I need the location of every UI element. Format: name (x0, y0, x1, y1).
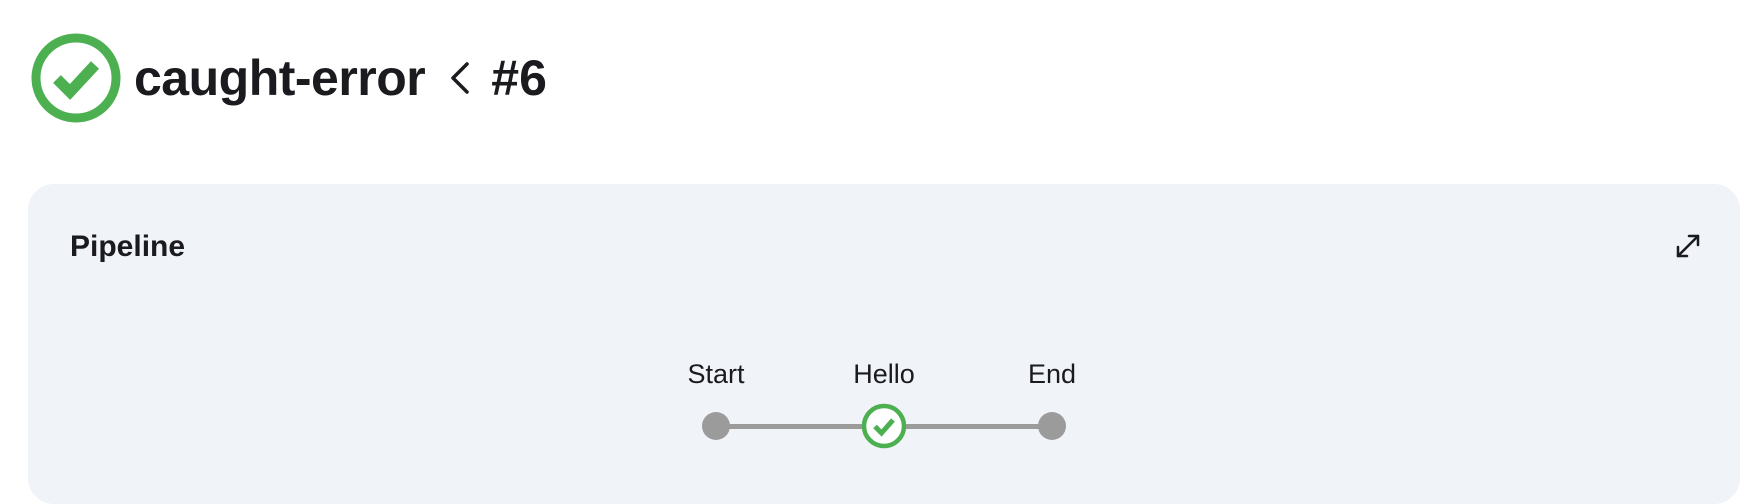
end-node[interactable] (1038, 412, 1066, 440)
stage-success-icon (861, 403, 907, 449)
stage-label-hello: Hello (853, 359, 915, 389)
stage-label-start: Start (687, 359, 745, 389)
pipeline-graph: Start Hello End (28, 184, 1740, 504)
start-node[interactable] (702, 412, 730, 440)
stage-label-end: End (1027, 359, 1077, 389)
success-status-icon (30, 32, 122, 124)
chevron-left-icon (425, 58, 473, 98)
build-header: caught-error #6 (30, 32, 547, 124)
build-number: #6 (491, 50, 547, 106)
connector-hello-end (884, 424, 1056, 429)
job-name-link[interactable]: caught-error (134, 53, 426, 103)
hello-stage-node[interactable] (861, 403, 907, 449)
pipeline-panel: Pipeline Start Hello End (28, 184, 1740, 504)
